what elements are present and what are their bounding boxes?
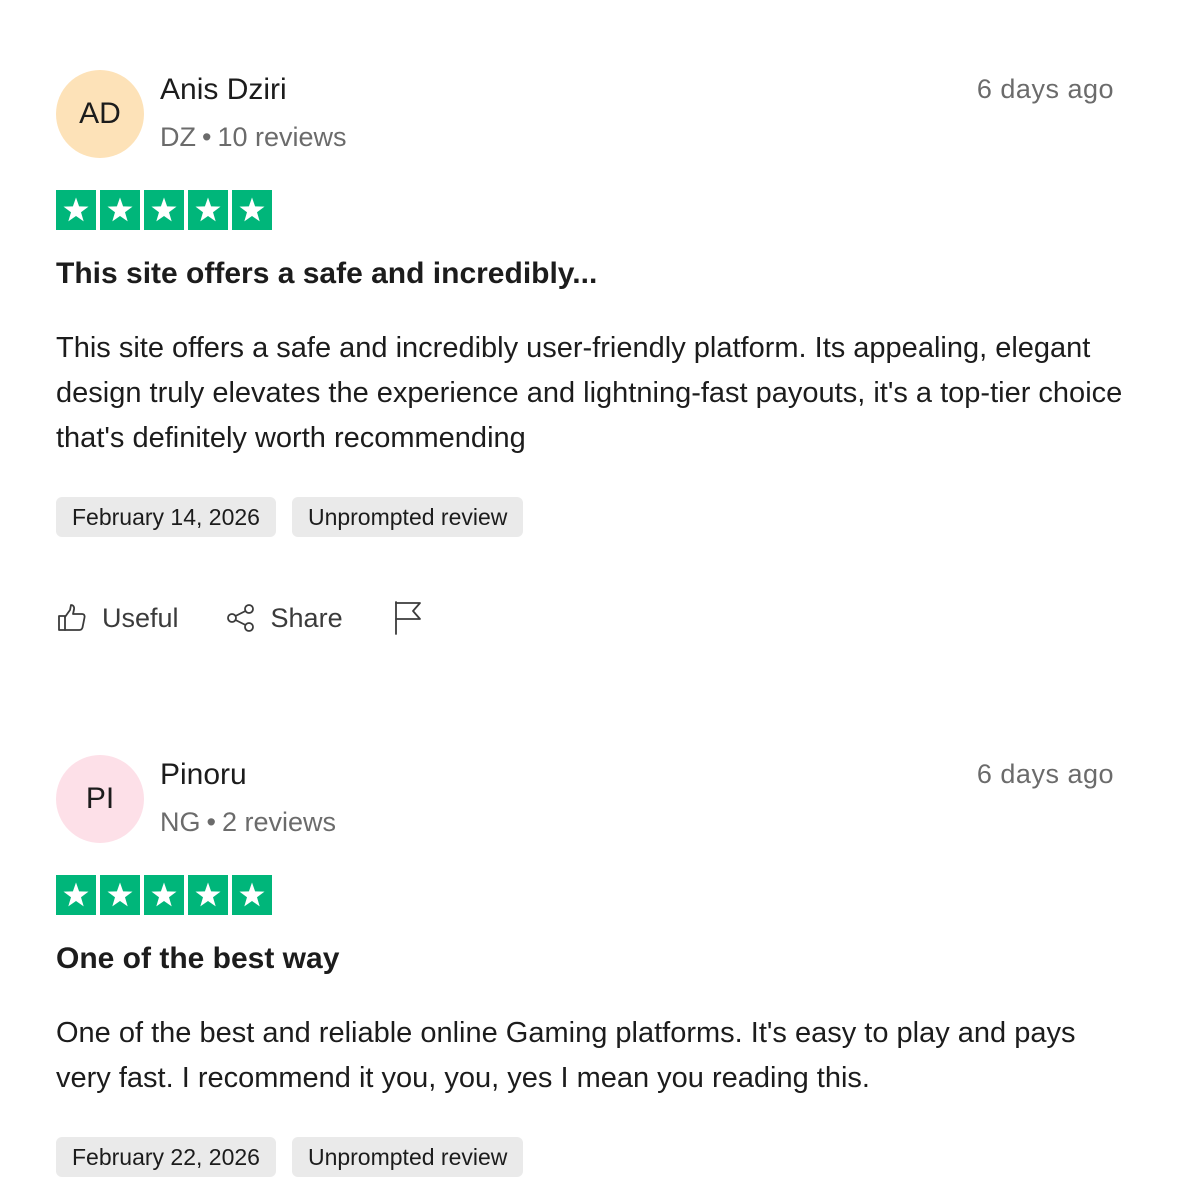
review-body: This site offers a safe and incredibly u… xyxy=(56,332,1123,454)
star-icon xyxy=(56,190,96,230)
review-title[interactable]: This site offers a safe and incredibly..… xyxy=(56,254,1116,294)
review-header: AD Anis Dziri DZ • 10 reviews 6 days ago xyxy=(56,70,1116,160)
share-icon xyxy=(225,602,257,634)
reviewer-country: NG xyxy=(160,807,201,837)
star-icon xyxy=(232,190,272,230)
review-tags: February 14, 2026 Unprompted review xyxy=(56,497,1116,537)
unprompted-review-tag[interactable]: Unprompted review xyxy=(291,1137,524,1177)
review-time-ago: 6 days ago xyxy=(976,759,1114,789)
star-icon xyxy=(144,875,184,915)
avatar[interactable]: PI xyxy=(56,755,144,843)
useful-label: Useful xyxy=(102,602,179,633)
reviewer-country: DZ xyxy=(160,122,196,152)
star-rating xyxy=(56,875,1116,915)
review-card: PI Pinoru NG • 2 reviews 6 days ago One of… xyxy=(56,755,1116,1177)
meta-separator: • xyxy=(206,807,216,837)
useful-button[interactable]: Useful xyxy=(56,602,179,634)
reviewer-name[interactable]: Pinoru xyxy=(160,757,247,793)
review-title[interactable]: One of the best way xyxy=(56,939,1116,979)
review-tags: February 22, 2026 Unprompted review xyxy=(56,1137,1116,1177)
avatar[interactable]: AD xyxy=(56,70,144,158)
reviewer-review-count[interactable]: 2 reviews xyxy=(222,807,336,837)
experience-date-tag: February 22, 2026 xyxy=(56,1137,276,1177)
share-label: Share xyxy=(270,602,343,633)
star-rating xyxy=(56,190,1116,230)
experience-date-tag: February 14, 2026 xyxy=(56,497,276,537)
star-icon xyxy=(188,875,228,915)
star-icon xyxy=(188,190,228,230)
meta-separator: • xyxy=(202,122,212,152)
thumbs-up-icon xyxy=(56,602,88,634)
flag-icon xyxy=(392,600,424,636)
star-icon xyxy=(56,875,96,915)
unprompted-review-tag[interactable]: Unprompted review xyxy=(291,497,524,537)
share-button[interactable]: Share xyxy=(225,602,343,634)
reviews-page: AD Anis Dziri DZ • 10 reviews 6 days ago T… xyxy=(0,0,1198,1198)
star-icon xyxy=(144,190,184,230)
review-actions: Useful Share xyxy=(56,597,1116,639)
review-time-ago: 6 days ago xyxy=(976,74,1114,104)
reviewer-review-count[interactable]: 10 reviews xyxy=(217,122,346,152)
star-icon xyxy=(100,190,140,230)
report-button[interactable] xyxy=(391,600,425,636)
star-icon xyxy=(100,875,140,915)
reviewer-meta: DZ • 10 reviews xyxy=(160,120,347,154)
review-header: PI Pinoru NG • 2 reviews 6 days ago xyxy=(56,755,1116,845)
review-body: One of the best and reliable online Gami… xyxy=(56,1017,1076,1094)
reviewer-meta: NG • 2 reviews xyxy=(160,805,336,839)
review-card: AD Anis Dziri DZ • 10 reviews 6 days ago T… xyxy=(56,70,1122,639)
reviewer-name[interactable]: Anis Dziri xyxy=(160,72,287,108)
star-icon xyxy=(232,875,272,915)
